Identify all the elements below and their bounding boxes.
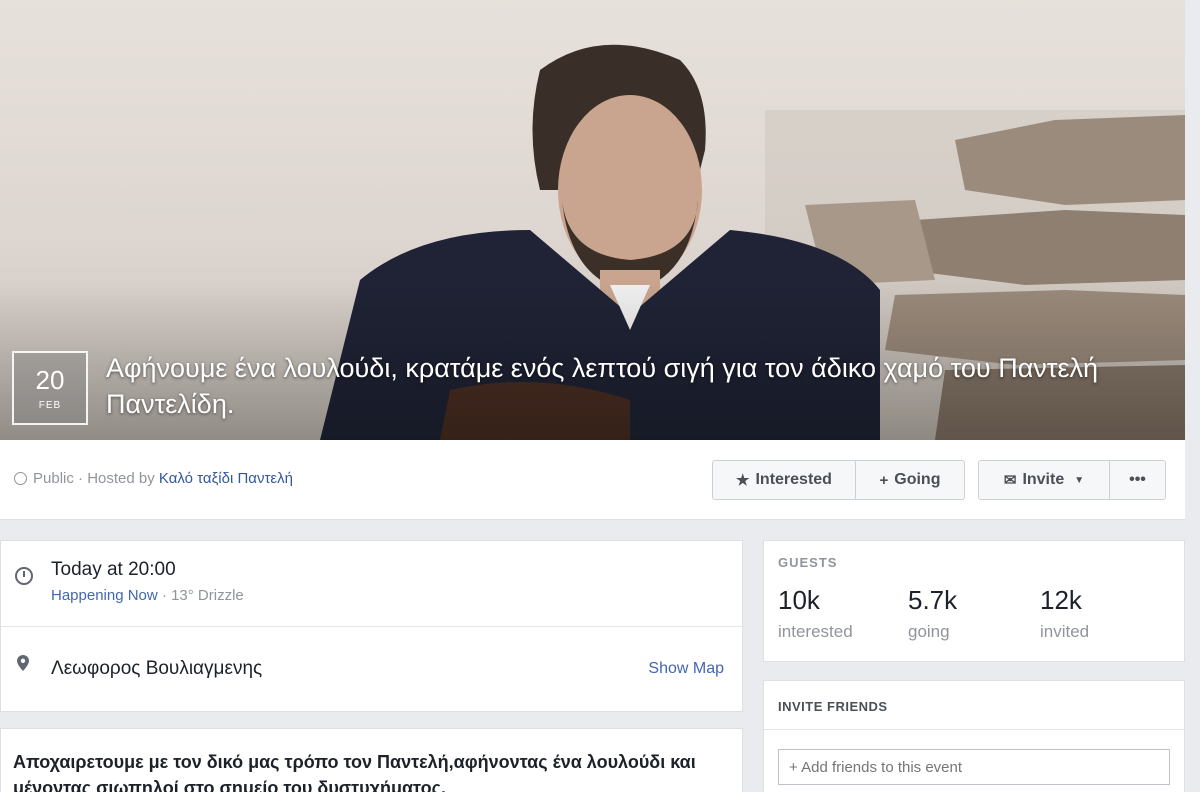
star-icon: ★ — [736, 472, 750, 489]
divider — [764, 729, 1184, 730]
weather-label: · 13° Drizzle — [157, 587, 244, 604]
event-action-bar: Public · Hosted by Καλό ταξίδι Παντελή ★… — [0, 440, 1185, 520]
interested-button[interactable]: ★ Interested — [712, 460, 856, 500]
invite-label: Invite — [1022, 471, 1065, 488]
guests-going-count: 5.7k — [908, 585, 958, 615]
event-location[interactable]: Λεωφορος Βουλιαγμενης — [51, 658, 262, 680]
going-label: Going — [894, 471, 941, 488]
host-line: Public · Hosted by Καλό ταξίδι Παντελή — [14, 470, 293, 487]
event-title: Αφήνουμε ένα λουλούδι, κρατάμε ενός λεπτ… — [106, 353, 1099, 419]
privacy-label: Public — [33, 470, 74, 487]
globe-icon — [14, 472, 27, 485]
event-status: Happening Now · 13° Drizzle — [51, 587, 244, 604]
clock-icon — [15, 567, 33, 585]
event-description: Αποχαιρετουμε με τον δικό μας τρόπο τον … — [13, 752, 696, 792]
invite-button[interactable]: ✉ Invite ▼ — [978, 460, 1110, 500]
show-map-link[interactable]: Show Map — [648, 660, 724, 678]
happening-now-label: Happening Now — [51, 587, 158, 604]
guests-heading: GUESTS — [778, 555, 838, 570]
interested-label: Interested — [755, 471, 832, 488]
event-time: Today at 20:00 — [51, 559, 176, 580]
host-link[interactable]: Καλό ταξίδι Παντελή — [159, 470, 293, 487]
location-pin-icon — [17, 655, 29, 671]
invite-friends-heading: INVITE FRIENDS — [778, 699, 888, 714]
more-options-button[interactable]: ••• — [1109, 460, 1166, 500]
event-time-row: Today at 20:00 Happening Now · 13° Drizz… — [1, 541, 742, 627]
hosted-by-label: · Hosted by — [73, 470, 159, 487]
guests-interested-stat[interactable]: 10k interested — [778, 585, 853, 642]
more-dots-icon: ••• — [1129, 471, 1146, 488]
guests-going-stat[interactable]: 5.7k going — [908, 585, 957, 642]
guests-invited-count: 12k — [1040, 585, 1082, 615]
chevron-down-icon: ▼ — [1074, 474, 1085, 486]
invite-friends-card: INVITE FRIENDS — [763, 680, 1185, 792]
event-description-card: Αποχαιρετουμε με τον δικό μας τρόπο τον … — [0, 728, 743, 792]
add-friends-input[interactable] — [778, 749, 1170, 785]
going-button[interactable]: + Going — [855, 460, 965, 500]
guests-interested-label: interested — [778, 622, 853, 641]
envelope-icon: ✉ — [1003, 472, 1017, 489]
event-cover-photo: 20 FEB Αφήνουμε ένα λουλούδι, κρατάμε εν… — [0, 0, 1185, 440]
guests-card: GUESTS 10k interested 5.7k going 12k inv… — [763, 540, 1185, 662]
guests-invited-stat[interactable]: 12k invited — [1040, 585, 1089, 642]
guests-going-label: going — [908, 622, 950, 641]
event-date-day: 20 — [35, 365, 65, 395]
event-details-card: Today at 20:00 Happening Now · 13° Drizz… — [0, 540, 743, 712]
event-date-badge: 20 FEB — [12, 351, 88, 425]
guests-invited-label: invited — [1040, 622, 1090, 641]
event-date-month: FEB — [38, 400, 62, 411]
plus-icon: + — [879, 471, 889, 489]
guests-interested-count: 10k — [778, 585, 820, 615]
event-location-row: Λεωφορος Βουλιαγμενης Show Map — [1, 627, 742, 713]
